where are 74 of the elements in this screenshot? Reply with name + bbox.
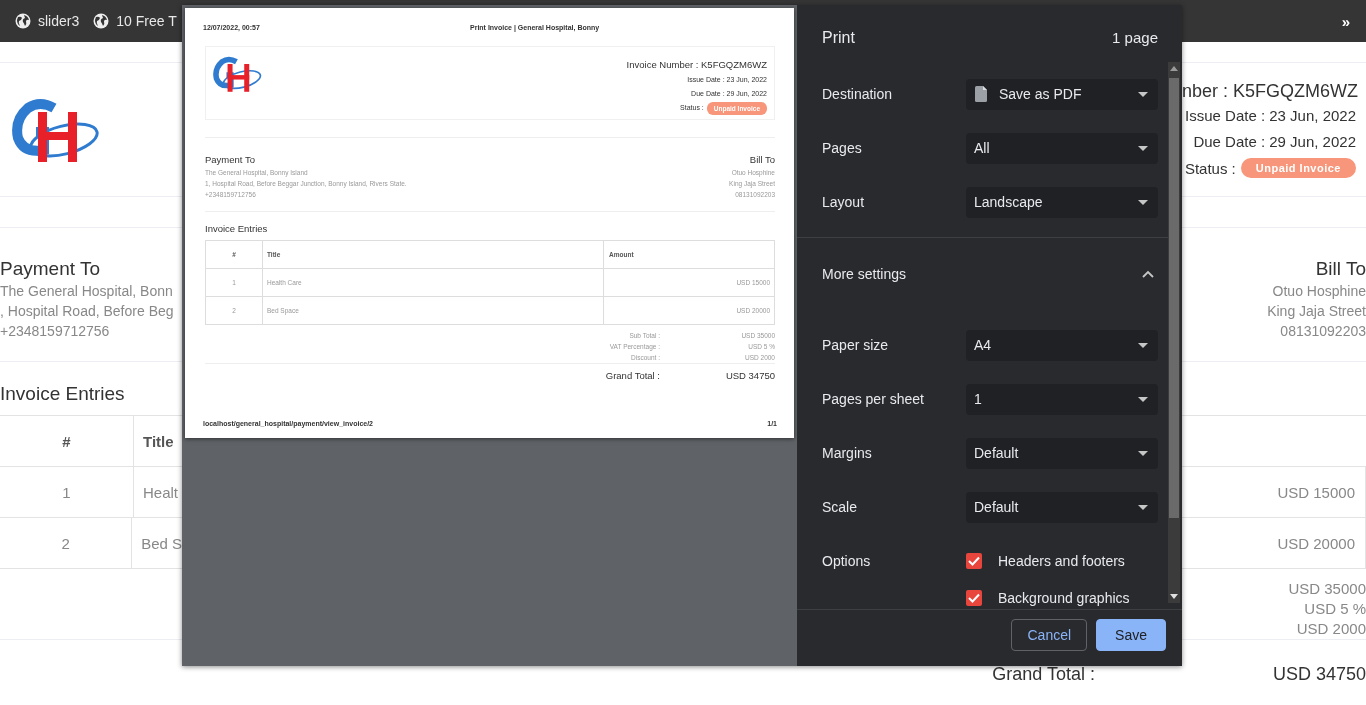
address-line: The General Hospital, Bonn xyxy=(0,282,174,301)
checkbox-label: Background graphics xyxy=(998,590,1130,606)
globe-icon xyxy=(15,13,31,29)
dialog-title: Print xyxy=(822,28,855,48)
table-cell-text: Bed S xyxy=(140,534,182,552)
checkbox[interactable] xyxy=(966,553,982,569)
setting-label: Paper size xyxy=(822,337,890,353)
grand-total-value: USD 34750 xyxy=(724,369,775,383)
payment-to-heading: Payment To xyxy=(205,153,256,167)
section-heading: Invoice Entries xyxy=(0,382,126,406)
setting-label: Margins xyxy=(822,445,873,461)
dropdown[interactable]: A4 xyxy=(966,329,1158,361)
dropdown[interactable]: Save as PDF xyxy=(966,78,1158,110)
due-date: Due Date : 29 Jun, 2022 xyxy=(1192,132,1356,152)
status-badge: Unpaid Invoice xyxy=(1240,158,1356,178)
caret-icon xyxy=(1138,91,1148,97)
dropdown[interactable]: Landscape xyxy=(966,186,1158,218)
bookmarks-overflow-button[interactable]: » xyxy=(1339,12,1352,30)
address-line: King Jaja Street xyxy=(1266,302,1366,321)
scroll-down-icon[interactable] xyxy=(1170,594,1178,599)
dropdown[interactable]: Default xyxy=(966,491,1158,523)
address-line: +2348159712756 xyxy=(0,322,111,341)
bill-to-heading: Bill To xyxy=(748,153,775,167)
setting-label: Scale xyxy=(822,499,859,515)
grand-total-value: USD 34750 xyxy=(1272,663,1366,685)
invoice-number: Invoice Number : K5FGQZM6WZ xyxy=(626,58,767,72)
column-header: Title xyxy=(142,432,174,450)
setting-label: Pages per sheet xyxy=(822,391,925,407)
bookmark-item[interactable]: slider3 xyxy=(15,13,80,29)
address-line: , Hospital Road, Before Beg xyxy=(0,302,175,321)
save-button[interactable]: Save xyxy=(1096,619,1166,651)
bookmark-item[interactable]: 10 Free T xyxy=(93,13,177,29)
checkbox[interactable] xyxy=(966,590,982,606)
caret-icon xyxy=(1138,199,1148,205)
bill-to-heading: Bill To xyxy=(1314,257,1366,281)
table-cell-text: USD 15000 xyxy=(1277,483,1356,501)
cancel-button[interactable]: Cancel xyxy=(1011,619,1088,651)
total-value: USD 5 % xyxy=(1303,599,1366,619)
setting-label: Layout xyxy=(822,194,866,210)
caret-icon xyxy=(1138,504,1148,510)
scrollbar-thumb[interactable] xyxy=(1169,78,1179,518)
table-cell: 1 xyxy=(0,467,134,517)
document-icon xyxy=(975,86,987,102)
address-line: 08131092203 xyxy=(1279,322,1366,341)
checkbox-label: Headers and footers xyxy=(998,553,1125,569)
table-cell-text: Healt xyxy=(142,483,179,501)
dropdown[interactable]: Default xyxy=(966,437,1158,469)
scrollbar[interactable] xyxy=(1168,62,1180,603)
setting-label: Destination xyxy=(822,86,894,102)
setting-label: Options xyxy=(822,552,872,571)
status-label: Status : xyxy=(1184,159,1236,177)
logo xyxy=(212,56,262,92)
setting-label: Pages xyxy=(822,140,863,156)
caret-icon xyxy=(1138,145,1148,151)
column-header: # xyxy=(0,416,134,466)
table-cell: 2 xyxy=(0,518,133,568)
caret-icon xyxy=(1138,450,1148,456)
payment-to-heading: Payment To xyxy=(0,257,101,281)
grand-total-label: Grand Total : xyxy=(992,663,1095,685)
caret-icon xyxy=(1138,342,1148,348)
caret-icon xyxy=(1138,396,1148,402)
issue-date: Issue Date : 23 Jun, 2022 xyxy=(1184,106,1356,126)
total-value: USD 35000 xyxy=(1287,579,1366,599)
address-line: Otuo Hosphine xyxy=(1271,282,1366,301)
dropdown[interactable]: All xyxy=(966,132,1158,164)
section-heading: Invoice Entries xyxy=(205,222,269,236)
invoice-number: nber : K5FGQZM6WZ xyxy=(1182,80,1356,103)
dropdown[interactable]: 1 xyxy=(966,383,1158,415)
scroll-up-icon[interactable] xyxy=(1170,66,1178,71)
grand-total-label: Grand Total : xyxy=(604,369,660,383)
total-value: USD 2000 xyxy=(1295,619,1366,639)
table-cell-text: USD 20000 xyxy=(1277,534,1356,552)
globe-icon xyxy=(93,13,110,29)
page-count: 1 page xyxy=(1112,28,1158,48)
